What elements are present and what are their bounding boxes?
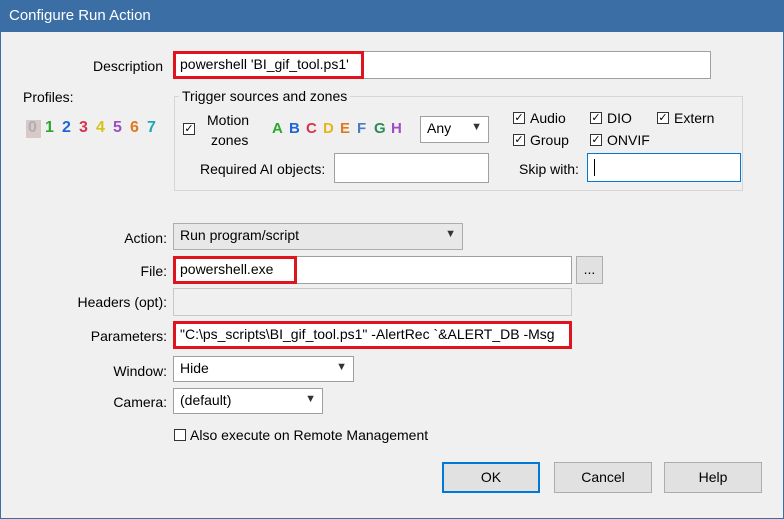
action-select[interactable]: Run program/script ▼ [173,223,463,250]
action-label: Action: [124,230,167,246]
skip-with-input[interactable] [587,153,741,182]
action-value: Run program/script [180,227,300,243]
dio-label: DIO [607,110,632,126]
remote-management-checkbox[interactable] [174,429,186,441]
extern-checkbox[interactable]: ✓ [657,112,669,124]
extern-label: Extern [674,110,715,126]
group-label: Group [530,132,569,148]
required-ai-label: Required AI objects: [200,161,326,177]
audio-label: Audio [530,110,566,126]
window-value: Hide [180,360,209,376]
profile-0[interactable]: 0 [28,119,37,137]
text-cursor [594,159,595,176]
dialog-title: Configure Run Action [9,7,151,24]
trigger-group-label: Trigger sources and zones [179,88,351,104]
zone-mode-select[interactable]: Any ▼ [420,116,489,143]
window-select[interactable]: Hide ▼ [173,356,354,382]
camera-select[interactable]: (default) ▼ [173,388,323,414]
group-checkbox[interactable]: ✓ [513,134,525,146]
onvif-checkbox[interactable]: ✓ [590,134,602,146]
title-bar[interactable]: Configure Run Action [1,1,783,32]
profile-6[interactable]: 6 [130,119,139,137]
zone-b[interactable]: B [289,120,300,137]
chevron-down-icon: ▼ [336,361,347,373]
ok-button[interactable]: OK [442,462,540,493]
profile-1[interactable]: 1 [45,119,54,137]
help-button[interactable]: Help [664,462,762,493]
cancel-button[interactable]: Cancel [554,462,652,493]
headers-label: Headers (opt): [77,294,167,310]
profile-3[interactable]: 3 [79,119,88,137]
zone-mode-value: Any [427,120,452,136]
zone-g[interactable]: G [374,120,386,137]
camera-value: (default) [180,392,232,408]
profile-7[interactable]: 7 [147,119,156,137]
parameters-input[interactable]: "C:\ps_scripts\BI_gif_tool.ps1" -AlertRe… [173,321,572,349]
zone-c[interactable]: C [306,120,317,137]
window-label: Window: [113,363,167,379]
camera-label: Camera: [113,394,167,410]
chevron-down-icon: ▼ [471,121,482,133]
remote-management-label: Also execute on Remote Management [190,427,429,443]
browse-file-button[interactable]: ... [576,256,603,284]
headers-input[interactable] [173,288,572,316]
profile-5[interactable]: 5 [113,119,122,137]
motion-label-line-1: Motion [207,112,250,128]
configure-run-action-dialog: Configure Run Action Description powersh… [0,0,784,519]
profiles-label: Profiles: [23,89,74,105]
required-ai-input[interactable] [334,153,489,183]
description-label: Description [92,58,163,74]
zone-e[interactable]: E [340,120,350,137]
zone-d[interactable]: D [323,120,334,137]
description-input[interactable]: powershell 'BI_gif_tool.ps1' [173,51,711,79]
skip-with-label: Skip with: [519,161,579,177]
onvif-label: ONVIF [607,132,650,148]
motion-zones-checkbox[interactable]: ✓ [183,123,195,135]
profile-4[interactable]: 4 [96,119,105,137]
zone-h[interactable]: H [391,120,402,137]
zone-f[interactable]: F [357,120,366,137]
file-input[interactable]: powershell.exe [173,256,572,284]
dio-checkbox[interactable]: ✓ [590,112,602,124]
chevron-down-icon: ▼ [445,228,456,240]
motion-label-line-2: zones [211,132,249,148]
profile-2[interactable]: 2 [62,119,71,137]
zone-a[interactable]: A [272,120,283,137]
audio-checkbox[interactable]: ✓ [513,112,525,124]
file-label: File: [140,263,167,279]
parameters-label: Parameters: [90,328,167,344]
chevron-down-icon: ▼ [305,393,316,405]
